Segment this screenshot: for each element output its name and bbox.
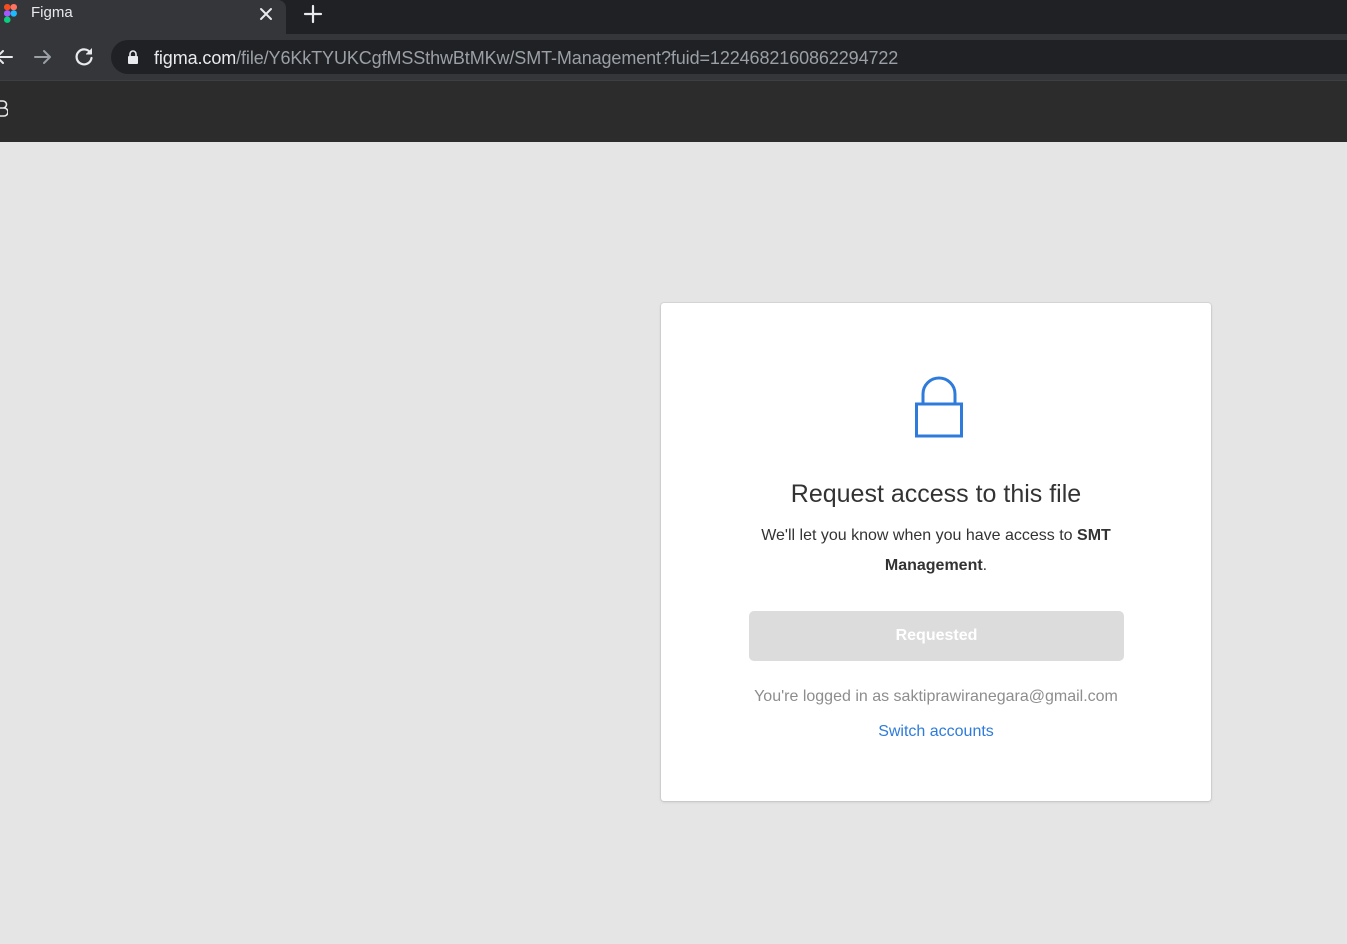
address-bar[interactable]: figma.com/file/Y6KkTYUKCgfMSSthwBtMKw/SM… [111, 40, 1347, 74]
tab-title: Figma [31, 4, 73, 21]
switch-accounts-link[interactable]: Switch accounts [661, 722, 1211, 742]
desc-prefix: We'll let you know when you have access … [761, 527, 1078, 544]
url-host: figma.com [154, 48, 237, 68]
close-icon[interactable] [256, 4, 276, 24]
access-description: We'll let you know when you have access … [737, 521, 1135, 581]
forward-arrow-icon[interactable] [31, 45, 55, 69]
lock-icon[interactable] [127, 50, 139, 64]
figma-menu-icon[interactable] [0, 99, 8, 119]
logged-in-status: You're logged in as saktiprawiranegara@g… [754, 688, 1118, 705]
requested-button[interactable]: Requested [749, 611, 1124, 661]
url-text[interactable]: figma.com/file/Y6KkTYUKCgfMSSthwBtMKw/SM… [154, 48, 898, 68]
browser-tab[interactable]: Figma [0, 0, 286, 34]
lock-icon [915, 376, 963, 438]
url-path: /file/Y6KkTYUKCgfMSSthwBtMKw/SMT-Managem… [236, 48, 899, 68]
desc-suffix: . [982, 557, 988, 574]
request-access-card: Request access to this file We'll let yo… [661, 303, 1211, 801]
page-title: Request access to this file [790, 480, 1082, 508]
tab-strip: Figma [0, 0, 1347, 34]
reload-icon[interactable] [72, 45, 96, 69]
figma-favicon-icon [4, 4, 17, 23]
back-arrow-icon[interactable] [0, 45, 16, 69]
browser-toolbar: figma.com/file/Y6KkTYUKCgfMSSthwBtMKw/SM… [0, 34, 1347, 80]
new-tab-plus-icon[interactable] [302, 3, 324, 25]
figma-top-bar [0, 80, 1347, 142]
